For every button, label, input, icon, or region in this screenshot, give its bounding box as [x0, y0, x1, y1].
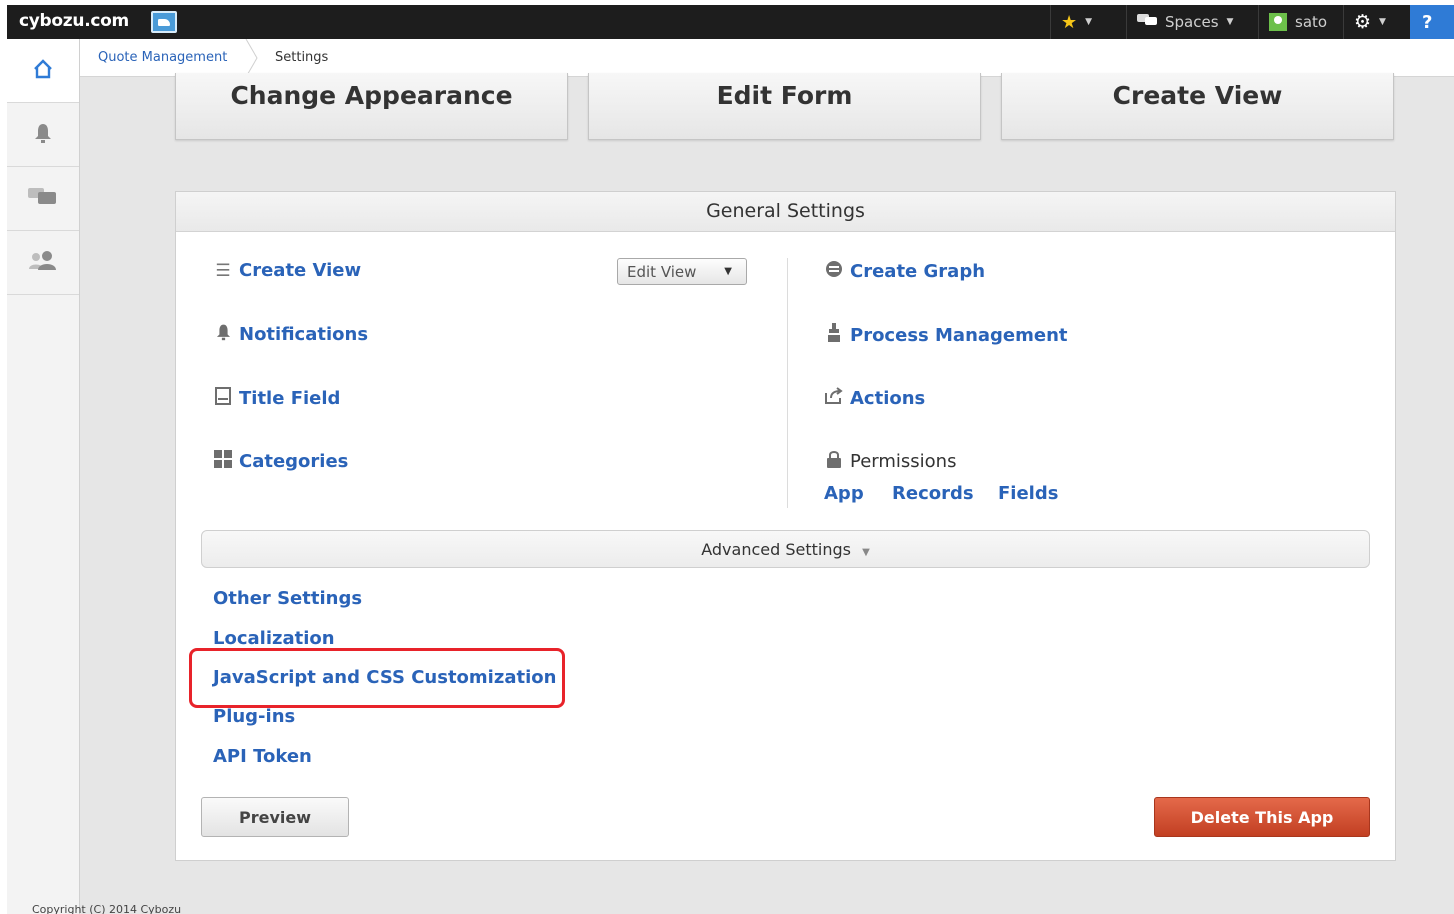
- left-rail: [7, 39, 80, 914]
- preview-button[interactable]: Preview: [201, 797, 349, 837]
- spaces-menu[interactable]: Spaces ▼: [1126, 5, 1243, 39]
- change-appearance-label: Change Appearance: [230, 81, 513, 110]
- graph-icon: [824, 260, 844, 283]
- share-icon: [824, 387, 844, 410]
- chevron-down-icon: ▼: [1379, 17, 1386, 27]
- favorites-menu[interactable]: ★ ▼: [1050, 5, 1102, 39]
- delete-app-label: Delete This App: [1190, 808, 1334, 827]
- change-appearance-button[interactable]: Change Appearance: [175, 73, 568, 140]
- rail-spaces[interactable]: [7, 167, 79, 231]
- edit-view-select[interactable]: Edit View ▼: [617, 258, 747, 285]
- process-management-link[interactable]: Process Management: [824, 323, 1068, 348]
- categories-label: Categories: [239, 451, 349, 472]
- speech-bubbles-icon: [28, 186, 58, 212]
- spaces-label: Spaces: [1165, 13, 1219, 31]
- help-label: ?: [1422, 11, 1433, 33]
- star-icon: ★: [1061, 11, 1078, 33]
- create-view-top-button[interactable]: Create View: [1001, 73, 1394, 140]
- preview-label: Preview: [238, 808, 311, 827]
- people-icon: [27, 250, 59, 276]
- home-icon: [32, 58, 54, 84]
- rail-home[interactable]: [7, 39, 79, 103]
- chevron-down-icon: ▼: [862, 547, 870, 558]
- general-settings-title: General Settings: [706, 200, 865, 222]
- user-label: sato: [1295, 13, 1328, 31]
- copyright-footer: Copyright (C) 2014 Cybozu: [32, 903, 182, 914]
- process-management-label: Process Management: [850, 325, 1068, 346]
- edit-view-select-label: Edit View: [627, 263, 697, 281]
- breadcrumb-current: Settings: [275, 50, 329, 65]
- user-avatar-icon: [1269, 13, 1287, 31]
- edit-form-button[interactable]: Edit Form: [588, 73, 981, 140]
- column-divider: [787, 258, 788, 508]
- permissions-heading: Permissions: [824, 450, 956, 473]
- api-token-link[interactable]: API Token: [213, 746, 312, 767]
- app-home-icon[interactable]: [151, 11, 177, 33]
- user-menu[interactable]: sato: [1258, 5, 1337, 39]
- plugins-link[interactable]: Plug-ins: [213, 706, 295, 727]
- create-view-label: Create View: [239, 260, 362, 281]
- settings-menu[interactable]: ⚙ ▼: [1343, 5, 1396, 39]
- breadcrumb: Quote Management Settings: [80, 39, 1454, 77]
- categories-link[interactable]: Categories: [213, 450, 348, 473]
- process-icon: [824, 323, 844, 348]
- actions-label: Actions: [850, 388, 926, 409]
- chevron-down-icon: ▼: [1226, 17, 1234, 27]
- categories-icon: [213, 450, 233, 473]
- top-bar: cybozu.com ★ ▼ Spaces ▼ sato ⚙ ▼ ?: [7, 5, 1454, 39]
- permissions-label: Permissions: [850, 451, 957, 472]
- spaces-icon: [1137, 12, 1159, 32]
- other-settings-link[interactable]: Other Settings: [213, 588, 362, 609]
- rail-people[interactable]: [7, 231, 79, 295]
- advanced-settings-label: Advanced Settings: [701, 540, 851, 559]
- create-graph-label: Create Graph: [850, 261, 986, 282]
- list-icon: ☰: [215, 260, 231, 281]
- actions-link[interactable]: Actions: [824, 387, 925, 410]
- chevron-down-icon: ▼: [1085, 17, 1093, 27]
- settings-panel: General Settings ☰ Create View Edit View…: [175, 191, 1396, 861]
- breadcrumb-app-link[interactable]: Quote Management: [98, 50, 227, 65]
- title-field-icon: [213, 387, 233, 410]
- permission-app-link[interactable]: App: [824, 483, 864, 504]
- bell-icon: [33, 122, 53, 148]
- delete-app-button[interactable]: Delete This App: [1154, 797, 1370, 837]
- chevron-down-icon: ▼: [724, 266, 732, 277]
- general-settings-header: General Settings: [176, 192, 1395, 232]
- create-graph-link[interactable]: Create Graph: [824, 260, 985, 283]
- app-frame: cybozu.com ★ ▼ Spaces ▼ sato ⚙ ▼ ? Quote…: [7, 5, 1454, 914]
- title-field-label: Title Field: [239, 388, 341, 409]
- create-view-link[interactable]: ☰ Create View: [213, 260, 361, 281]
- rail-notifications[interactable]: [7, 103, 79, 167]
- title-field-link[interactable]: Title Field: [213, 387, 340, 410]
- logo[interactable]: cybozu.com: [19, 11, 129, 31]
- create-view-top-label: Create View: [1112, 81, 1283, 110]
- edit-form-label: Edit Form: [716, 81, 853, 110]
- highlight-annotation-box: [189, 648, 565, 708]
- localization-link[interactable]: Localization: [213, 628, 335, 649]
- lock-icon: [824, 450, 844, 473]
- breadcrumb-separator-icon: [245, 39, 258, 77]
- notifications-label: Notifications: [239, 324, 369, 345]
- notifications-link[interactable]: Notifications: [213, 323, 368, 346]
- help-button[interactable]: ?: [1410, 5, 1454, 39]
- advanced-settings-toggle[interactable]: Advanced Settings ▼: [201, 530, 1370, 568]
- bell-icon: [213, 323, 233, 346]
- permission-fields-link[interactable]: Fields: [998, 483, 1058, 504]
- gear-icon: ⚙: [1354, 11, 1372, 33]
- permission-records-link[interactable]: Records: [892, 483, 974, 504]
